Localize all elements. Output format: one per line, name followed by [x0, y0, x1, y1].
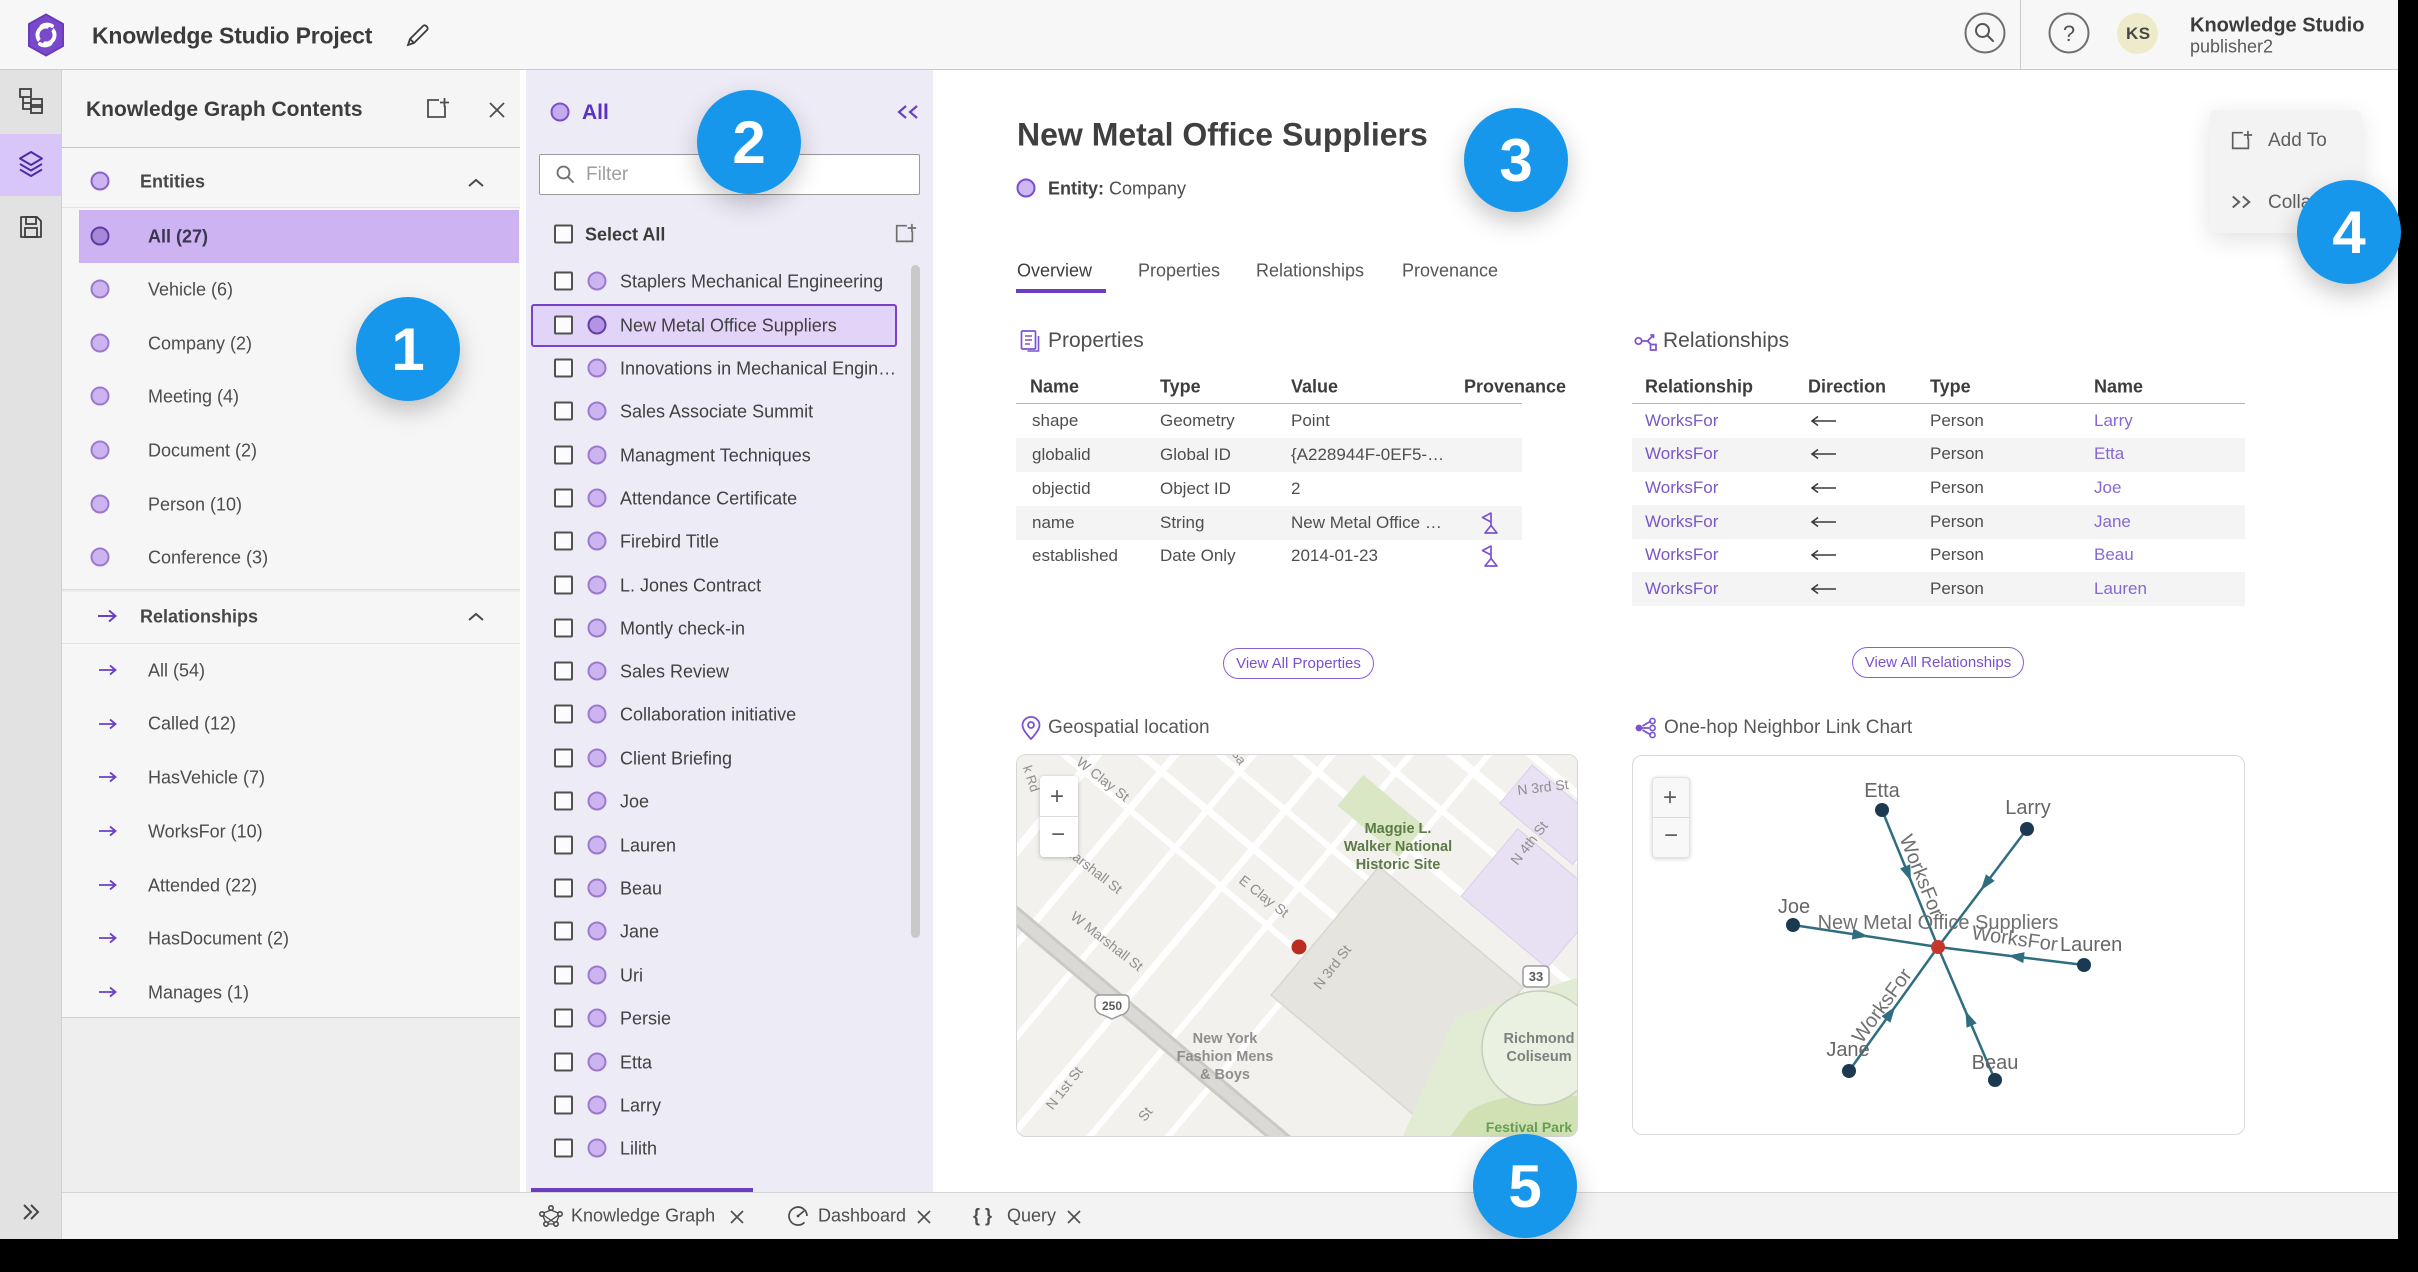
svg-text:250: 250	[1102, 999, 1122, 1013]
svg-text:WorksFor: WorksFor	[1848, 964, 1917, 1047]
svg-text:Lauren: Lauren	[2060, 934, 2122, 956]
svg-text:33: 33	[1529, 969, 1543, 984]
svg-text:Larry: Larry	[2005, 797, 2051, 819]
svg-text:Historic Site: Historic Site	[1356, 857, 1441, 873]
svg-text:Festival Park: Festival Park	[1486, 1119, 1573, 1135]
svg-text:Coliseum: Coliseum	[1506, 1049, 1571, 1065]
svg-text:Etta: Etta	[1864, 780, 1900, 802]
svg-text:Maggie L.: Maggie L.	[1365, 821, 1432, 837]
svg-text:New York: New York	[1193, 1031, 1259, 1047]
svg-text:Beau: Beau	[1972, 1052, 2019, 1074]
svg-text:Joe: Joe	[1778, 896, 1810, 918]
svg-text:Walker National: Walker National	[1344, 839, 1452, 855]
svg-text:?: ?	[2063, 21, 2075, 46]
svg-text:& Boys: & Boys	[1200, 1067, 1250, 1083]
svg-text:Richmond: Richmond	[1504, 1031, 1575, 1047]
svg-text:Fashion Mens: Fashion Mens	[1177, 1049, 1274, 1065]
